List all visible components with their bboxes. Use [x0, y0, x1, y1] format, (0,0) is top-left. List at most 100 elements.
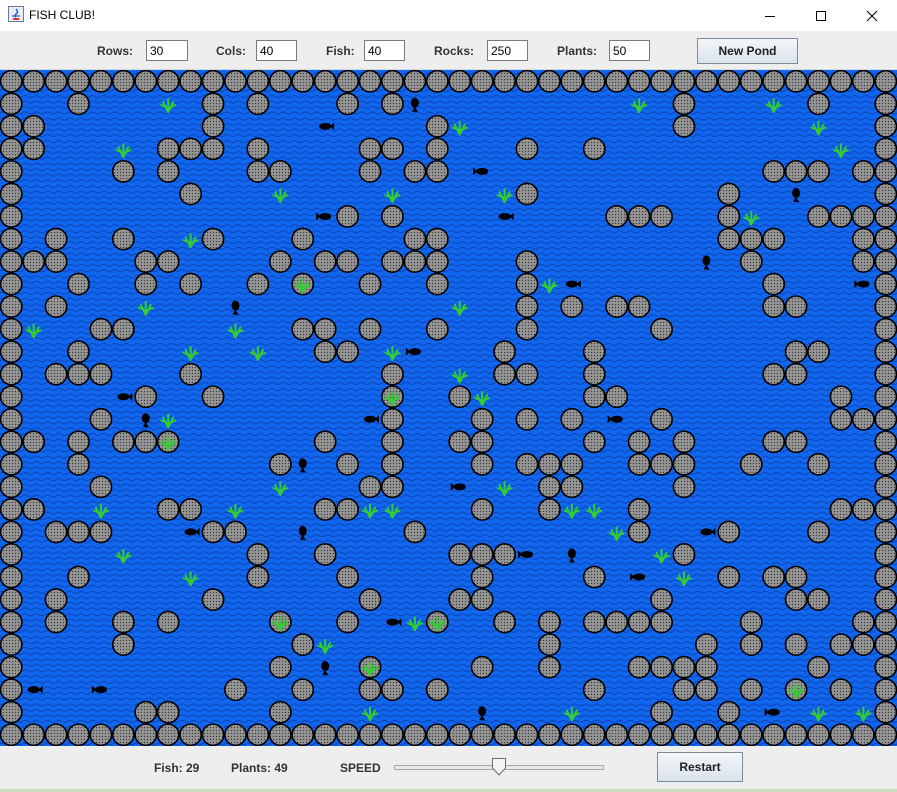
rock-icon [515, 452, 539, 476]
rock-icon [874, 588, 897, 611]
rock-icon [874, 565, 897, 589]
rock-icon [650, 610, 673, 634]
rock-icon [425, 723, 449, 746]
rock-icon [829, 385, 853, 409]
rock-icon [470, 588, 494, 611]
rock-icon [44, 250, 68, 273]
rock-icon [403, 723, 427, 746]
rocks-label: Rocks: [434, 44, 475, 58]
rock-icon [448, 543, 472, 566]
rock-icon [874, 655, 897, 679]
rock-icon [291, 723, 315, 746]
rock-icon [134, 250, 158, 273]
rock-icon [246, 723, 270, 746]
speed-slider[interactable] [394, 758, 604, 776]
rock-icon [874, 543, 897, 566]
rock-icon [829, 70, 853, 93]
rock-icon [627, 430, 651, 454]
title-bar: FISH CLUB! [0, 0, 897, 31]
slider-thumb[interactable] [492, 758, 506, 776]
rock-icon [201, 114, 225, 138]
rock-icon [560, 452, 584, 476]
rock-icon [89, 520, 113, 544]
rock-icon [156, 250, 180, 273]
rock-icon [627, 295, 651, 319]
rock-icon [0, 520, 23, 544]
rows-label: Rows: [97, 44, 133, 58]
rock-icon [134, 385, 158, 409]
rock-icon [650, 452, 673, 476]
rock-icon [784, 723, 808, 746]
rock-icon [874, 520, 897, 544]
rock-icon [605, 610, 629, 634]
rock-icon [0, 340, 23, 364]
rock-icon [739, 452, 763, 476]
rock-icon [224, 520, 247, 544]
rock-icon [874, 385, 897, 409]
rock-icon [67, 430, 90, 454]
rock-icon [717, 182, 741, 206]
minimize-button[interactable] [747, 0, 793, 31]
rock-icon [717, 565, 741, 589]
rock-icon [448, 588, 472, 611]
rock-icon [201, 385, 225, 409]
rock-icon [246, 565, 270, 589]
rock-icon [537, 475, 561, 499]
rock-icon [470, 655, 494, 679]
rock-icon [784, 362, 808, 386]
rock-icon [762, 272, 786, 296]
rock-icon [650, 407, 673, 431]
rock-icon [537, 497, 561, 521]
rock-icon [515, 723, 539, 746]
rock-icon [246, 137, 270, 161]
close-button[interactable] [849, 0, 895, 31]
rock-icon [201, 520, 225, 544]
rock-icon [650, 205, 673, 228]
rock-icon [605, 385, 629, 409]
cols-input[interactable] [256, 40, 297, 61]
rows-input[interactable] [146, 40, 188, 61]
rock-icon [381, 137, 404, 161]
rock-icon [807, 655, 830, 679]
rock-icon [650, 317, 673, 341]
rock-icon [515, 362, 539, 386]
rock-icon [739, 250, 763, 273]
rock-icon [89, 70, 113, 93]
rock-icon [762, 295, 786, 319]
rocks-input[interactable] [487, 40, 528, 61]
rock-icon [717, 70, 741, 93]
rock-icon [672, 70, 696, 93]
rock-icon [807, 70, 830, 93]
rock-icon [694, 633, 718, 657]
rock-icon [224, 678, 247, 702]
rock-icon [268, 655, 292, 679]
rock-icon [672, 114, 696, 138]
rock-icon [44, 723, 68, 746]
rock-icon [156, 723, 180, 746]
rock-icon [784, 295, 808, 319]
rock-icon [627, 70, 651, 93]
maximize-button[interactable] [798, 0, 844, 31]
rock-icon [268, 70, 292, 93]
rock-icon [672, 92, 696, 116]
rock-icon [22, 430, 46, 454]
rock-icon [851, 159, 875, 183]
rock-icon [22, 497, 46, 521]
rock-icon [403, 227, 427, 251]
rock-icon [0, 182, 23, 206]
rock-icon [650, 70, 673, 93]
new-pond-button[interactable]: New Pond [697, 38, 798, 64]
rock-icon [627, 497, 651, 521]
rock-icon [0, 205, 23, 228]
rock-icon [134, 723, 158, 746]
rock-icon [313, 543, 337, 566]
pond-grid [0, 70, 897, 746]
rock-icon [0, 610, 23, 634]
plants-input[interactable] [609, 40, 650, 61]
rock-icon [268, 159, 292, 183]
rock-icon [470, 497, 494, 521]
fish-input[interactable] [364, 40, 405, 61]
restart-button[interactable]: Restart [657, 752, 743, 782]
rock-icon [89, 475, 113, 499]
rock-icon [67, 452, 90, 476]
